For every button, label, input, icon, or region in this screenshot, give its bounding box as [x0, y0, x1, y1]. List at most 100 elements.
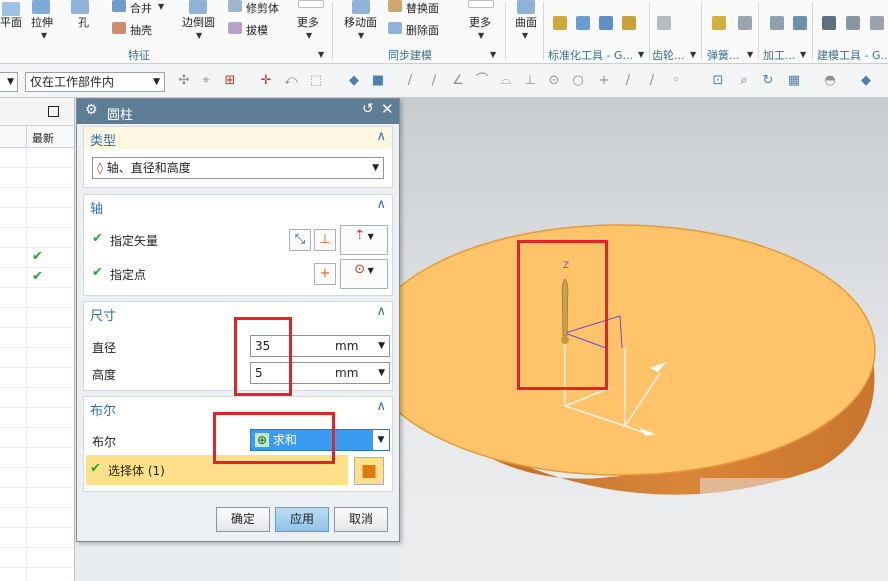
ribbon-draft[interactable]: 拔模 [246, 22, 268, 38]
navigator-row[interactable] [0, 408, 74, 428]
gear-icon[interactable]: ⚙ [85, 102, 98, 118]
dialog-title-bar[interactable]: ⚙ 圆柱 ↺ ✕ [77, 99, 399, 124]
scope-dropdown[interactable]: 仅在工作部件内 ▼ [25, 72, 165, 92]
navigator-row[interactable] [0, 468, 74, 488]
machining-tool-icon[interactable] [793, 16, 807, 30]
ribbon-surface[interactable]: 曲面 [515, 14, 537, 30]
draft-icon[interactable] [228, 22, 242, 34]
standard-nut-icon[interactable] [622, 16, 636, 30]
navigator-row[interactable] [0, 308, 74, 328]
ribbon-extrude[interactable]: 拉伸 [31, 14, 53, 30]
view-fit-icon[interactable]: ⊡ [710, 74, 726, 88]
select-box-icon[interactable]: ⊞ [222, 74, 238, 88]
navigator-row[interactable] [0, 428, 74, 448]
collapse-icon[interactable]: ∧ [376, 304, 386, 319]
modeling-tool-3-icon[interactable] [870, 16, 884, 30]
shaded-icon[interactable]: ◆ [858, 74, 874, 88]
lasso-icon[interactable]: ⤺ [283, 74, 299, 88]
slash-icon[interactable]: / [620, 74, 636, 88]
standard-fastener-icon[interactable] [576, 16, 590, 30]
ribbon-replace-face[interactable]: 替换面 [406, 0, 439, 16]
navigator-row[interactable] [0, 328, 74, 348]
navigator-row[interactable] [0, 348, 74, 368]
close-icon[interactable]: ✕ [381, 100, 394, 118]
extrude-dropdown-icon[interactable]: ▼ [41, 31, 47, 40]
diameter-unit[interactable]: mm [335, 336, 358, 356]
cube-icon[interactable]: ■ [370, 74, 386, 88]
collapse-icon[interactable]: ∧ [376, 129, 386, 144]
spring-tool-icon[interactable] [738, 16, 752, 30]
navigator-row[interactable] [0, 168, 74, 188]
axis-section-header[interactable]: 轴 ∧ [84, 195, 392, 217]
gear-icon[interactable] [657, 16, 671, 30]
move-face-dropdown-icon[interactable]: ▼ [358, 31, 364, 40]
navigator-row[interactable] [0, 228, 74, 248]
snap-icon[interactable]: ✣ [176, 74, 192, 88]
cancel-button[interactable]: 取消 [334, 507, 388, 532]
hole-icon[interactable] [71, 0, 89, 14]
navigator-row[interactable]: ✔ [0, 268, 74, 288]
select-body-button[interactable]: ■ [354, 457, 384, 485]
ribbon-trim-body[interactable]: 修剪体 [246, 0, 279, 16]
collapse-icon[interactable]: ∧ [376, 197, 386, 212]
ribbon-plane[interactable]: 平面 [0, 14, 22, 30]
extrude-icon[interactable] [32, 0, 50, 14]
rotate-icon[interactable]: ↻ [760, 74, 776, 88]
navigator-row[interactable] [0, 528, 74, 548]
standard-bolt-icon[interactable] [599, 16, 613, 30]
group-machining-expand-icon[interactable]: ▼ [800, 50, 806, 59]
collapse-icon[interactable]: ∧ [376, 399, 386, 414]
ribbon-shell[interactable]: 抽壳 [130, 22, 152, 38]
extra-icon[interactable]: ◦ [668, 74, 684, 88]
curve-icon[interactable]: ⌒ [474, 74, 490, 88]
group-standard-expand-icon[interactable]: ▼ [638, 50, 644, 59]
unite-dropdown-icon[interactable]: ▼ [158, 2, 164, 11]
spring-icon[interactable] [712, 16, 726, 30]
group-gear-expand-icon[interactable]: ▼ [690, 50, 696, 59]
point-snap-icon[interactable]: ✛ [258, 74, 274, 88]
circle-center-icon[interactable]: ⊙ [546, 74, 562, 88]
vector-reverse-button[interactable]: ⤡ [289, 229, 311, 251]
ribbon-delete-face[interactable]: 删除面 [406, 22, 439, 38]
more-1-dropdown-icon[interactable]: ▼ [306, 31, 312, 40]
navigator-row[interactable] [0, 208, 74, 228]
shell-icon[interactable] [112, 22, 126, 34]
move-face-icon[interactable] [352, 0, 370, 14]
height-unit[interactable]: mm [335, 363, 358, 383]
navigator-row[interactable] [0, 448, 74, 468]
view-orient-icon[interactable]: ▦ [786, 74, 802, 88]
edge-blend-icon[interactable] [189, 0, 207, 14]
group-sync-expand-icon[interactable]: ▼ [490, 50, 496, 59]
navigator-row[interactable] [0, 368, 74, 388]
trim-body-icon[interactable] [228, 0, 242, 12]
column-latest[interactable]: 最新 [32, 130, 54, 146]
circle-icon[interactable]: ○ [570, 74, 586, 88]
edge-blend-dropdown-icon[interactable]: ▼ [196, 31, 202, 40]
navigator-row[interactable] [0, 508, 74, 528]
angle-icon[interactable]: ∠ [450, 74, 466, 88]
group-spring-expand-icon[interactable]: ▼ [747, 50, 753, 59]
modeling-tool-2-icon[interactable] [846, 16, 860, 30]
line-icon[interactable]: / [402, 74, 418, 88]
type-dropdown[interactable]: ◊ 轴、直径和高度 ▼ [92, 157, 384, 179]
filter-dropdown[interactable]: ▼ [0, 72, 18, 92]
selection-icon[interactable]: ⌖ [198, 74, 214, 88]
navigator-row[interactable] [0, 548, 74, 568]
line-2-icon[interactable]: ∕ [426, 74, 442, 88]
graphics-window[interactable]: Z [400, 98, 888, 581]
machining-icon[interactable] [770, 16, 784, 30]
vector-dialog-button[interactable]: ⊥ [314, 229, 336, 251]
navigator-row[interactable] [0, 488, 74, 508]
navigator-row[interactable] [0, 568, 74, 581]
ribbon-more-1[interactable]: 更多 [297, 14, 319, 30]
point-dialog-button[interactable]: + [314, 263, 336, 285]
more-icon[interactable] [298, 0, 324, 8]
ribbon-hole[interactable]: 孔 [78, 14, 89, 30]
maximize-icon[interactable] [48, 106, 59, 117]
type-section-header[interactable]: 类型 ∧ [84, 127, 392, 149]
navigator-row[interactable] [0, 388, 74, 408]
reset-icon[interactable]: ↺ [362, 101, 374, 117]
arc-icon[interactable]: ⌓ [498, 74, 514, 88]
apply-button[interactable]: 应用 [275, 507, 329, 532]
slash-2-icon[interactable]: / [644, 74, 660, 88]
